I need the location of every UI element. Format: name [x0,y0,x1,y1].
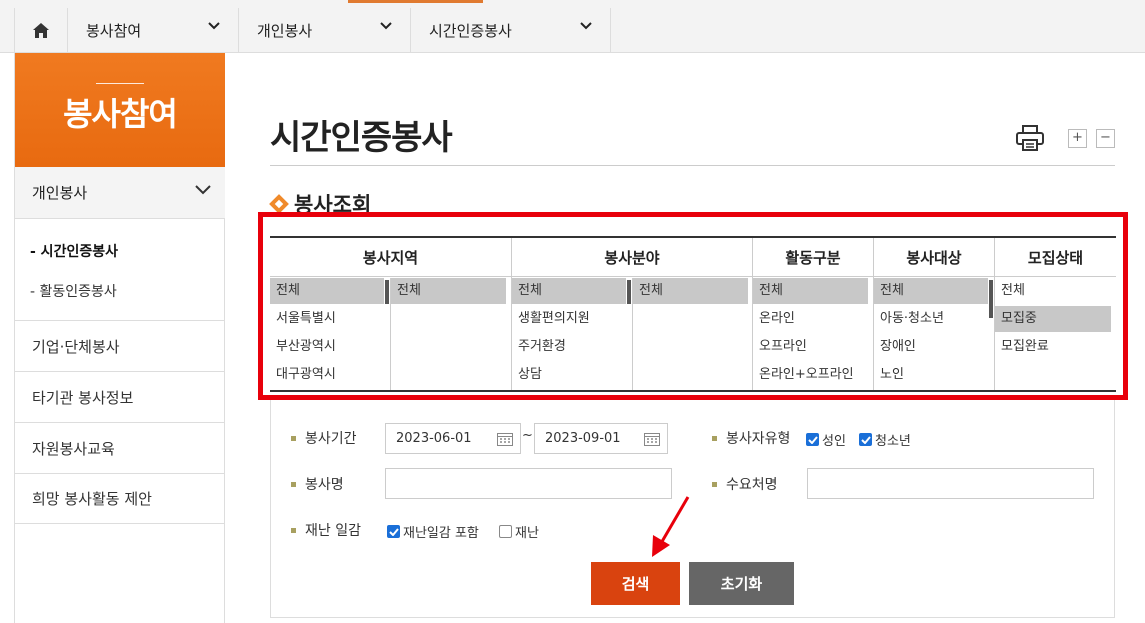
sidebar: 봉사참여 개인봉사 - 시간인증봉사 - 활동인증봉사 기업·단체봉사 타기관 … [14,53,225,623]
highlight-box [258,212,1128,400]
name-label-text: 봉사명 [305,477,344,493]
end-date-value: 2023-09-01 [545,431,621,446]
breadcrumb-2[interactable]: 개인봉사 [238,8,410,52]
square-bullet-icon [712,435,717,441]
youth-checkbox[interactable]: 청소년 [859,430,911,449]
breadcrumb-3-label: 시간인증봉사 [429,21,512,40]
nav-divider [610,8,611,52]
checkbox-checked-icon[interactable] [806,433,819,446]
sidebar-category-personal[interactable]: 개인봉사 [15,167,225,219]
disaster-include-checkbox[interactable]: 재난일감 포함 [387,522,479,541]
square-bullet-icon [291,527,296,533]
home-icon [33,22,49,38]
sidebar-item-education[interactable]: 자원봉사교육 [15,422,225,473]
adult-checkbox[interactable]: 성인 [806,430,846,449]
zoom-in-button[interactable]: + [1068,129,1087,148]
title-divider [270,165,1115,166]
print-button[interactable] [1016,125,1044,155]
chevron-down-icon [380,22,392,30]
checkbox-checked-icon[interactable] [387,525,400,538]
breadcrumb-3[interactable]: 시간인증봉사 [410,8,610,52]
demand-name-input[interactable] [807,468,1094,499]
adult-checkbox-label: 성인 [822,434,846,449]
search-button[interactable]: 검색 [591,562,680,605]
calendar-icon[interactable] [497,432,513,446]
diamond-bullet-icon [269,194,289,214]
volunteer-type-label: 봉사자유형 [712,428,790,448]
zoom-out-button[interactable]: − [1096,129,1115,148]
sidebar-item-other-agencies[interactable]: 타기관 봉사정보 [15,371,225,422]
calendar-icon[interactable] [644,432,660,446]
youth-checkbox-label: 청소년 [875,434,911,449]
sidebar-item-suggestion[interactable]: 희망 봉사활동 제안 [15,473,225,524]
demand-label: 수요처명 [712,474,778,494]
square-bullet-icon [291,435,296,441]
volunteer-name-input[interactable] [385,468,672,499]
period-label: 봉사기간 [291,428,357,448]
breadcrumb-1-label: 봉사참여 [86,21,142,40]
chevron-down-icon [580,22,592,30]
top-navigation: 봉사참여 개인봉사 시간인증봉사 [0,0,1145,53]
start-date-value: 2023-06-01 [396,431,472,446]
sidebar-subitem-time-certified[interactable]: - 시간인증봉사 [30,241,118,261]
page-title: 시간인증봉사 [270,118,453,158]
sidebar-subitem-activity-certified[interactable]: - 활동인증봉사 [30,281,117,301]
breadcrumb-1[interactable]: 봉사참여 [67,8,238,52]
chevron-down-icon [208,22,220,30]
banner-divider [96,83,144,84]
disaster-include-label: 재난일감 포함 [403,526,479,541]
reset-button[interactable]: 초기화 [689,562,794,605]
disaster-only-label: 재난 [515,526,539,541]
disaster-label-text: 재난 일감 [305,523,361,539]
square-bullet-icon [291,481,296,487]
start-date-input[interactable]: 2023-06-01 [385,423,521,454]
sidebar-category-label: 개인봉사 [32,184,88,202]
date-range-separator: ~ [522,428,533,443]
disaster-only-checkbox[interactable]: 재난 [499,522,539,541]
nav-accent-bar [348,0,483,3]
sidebar-banner: 봉사참여 [15,53,225,167]
name-label: 봉사명 [291,474,344,494]
period-label-text: 봉사기간 [305,431,357,447]
disaster-label: 재난 일감 [291,520,361,540]
volunteer-type-label-text: 봉사자유형 [726,431,791,447]
checkbox-unchecked-icon[interactable] [499,525,512,538]
sidebar-item-corporate[interactable]: 기업·단체봉사 [15,320,225,371]
chevron-down-icon [195,185,211,195]
annotation-arrow-icon [652,496,690,557]
checkbox-checked-icon[interactable] [859,433,872,446]
demand-label-text: 수요처명 [726,477,778,493]
home-button[interactable] [14,8,67,52]
end-date-input[interactable]: 2023-09-01 [534,423,668,454]
breadcrumb-2-label: 개인봉사 [257,21,313,40]
sidebar-banner-title: 봉사참여 [63,95,178,133]
square-bullet-icon [712,481,717,487]
print-icon [1016,125,1044,151]
